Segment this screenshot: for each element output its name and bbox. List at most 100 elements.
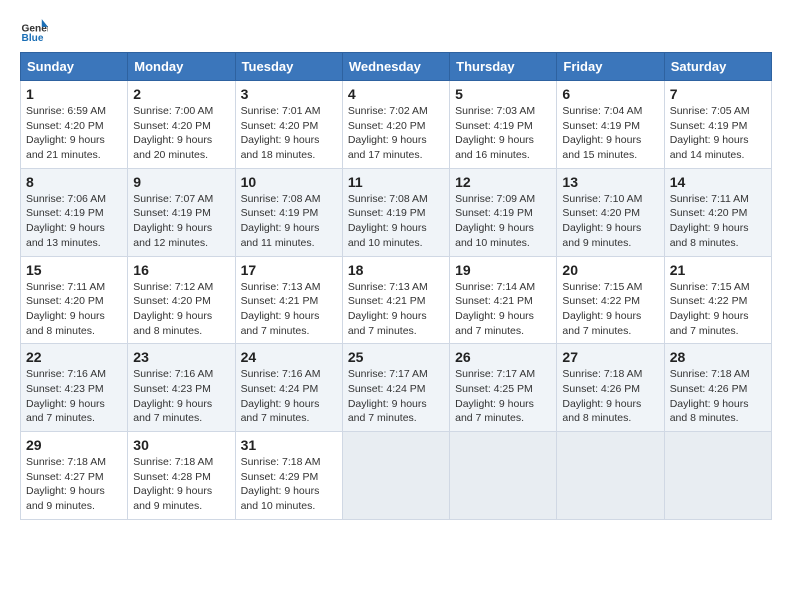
day-number: 23 (133, 349, 229, 365)
col-header-friday: Friday (557, 53, 664, 81)
calendar-cell: 5 Sunrise: 7:03 AM Sunset: 4:19 PM Dayli… (450, 81, 557, 169)
calendar-cell: 27 Sunrise: 7:18 AM Sunset: 4:26 PM Dayl… (557, 344, 664, 432)
day-info: Sunrise: 7:17 AM Sunset: 4:24 PM Dayligh… (348, 367, 444, 426)
day-info: Sunrise: 7:18 AM Sunset: 4:26 PM Dayligh… (562, 367, 658, 426)
day-number: 9 (133, 174, 229, 190)
logo-icon: General Blue (20, 16, 48, 44)
day-number: 17 (241, 262, 337, 278)
calendar-cell: 3 Sunrise: 7:01 AM Sunset: 4:20 PM Dayli… (235, 81, 342, 169)
calendar-cell: 28 Sunrise: 7:18 AM Sunset: 4:26 PM Dayl… (664, 344, 771, 432)
day-number: 12 (455, 174, 551, 190)
day-info: Sunrise: 7:18 AM Sunset: 4:28 PM Dayligh… (133, 455, 229, 514)
day-number: 29 (26, 437, 122, 453)
day-info: Sunrise: 7:04 AM Sunset: 4:19 PM Dayligh… (562, 104, 658, 163)
day-number: 26 (455, 349, 551, 365)
day-number: 15 (26, 262, 122, 278)
calendar-cell: 20 Sunrise: 7:15 AM Sunset: 4:22 PM Dayl… (557, 256, 664, 344)
calendar-cell: 11 Sunrise: 7:08 AM Sunset: 4:19 PM Dayl… (342, 168, 449, 256)
day-number: 5 (455, 86, 551, 102)
day-info: Sunrise: 7:16 AM Sunset: 4:23 PM Dayligh… (26, 367, 122, 426)
day-info: Sunrise: 7:17 AM Sunset: 4:25 PM Dayligh… (455, 367, 551, 426)
calendar-cell: 16 Sunrise: 7:12 AM Sunset: 4:20 PM Dayl… (128, 256, 235, 344)
day-info: Sunrise: 7:13 AM Sunset: 4:21 PM Dayligh… (348, 280, 444, 339)
day-info: Sunrise: 7:14 AM Sunset: 4:21 PM Dayligh… (455, 280, 551, 339)
day-info: Sunrise: 7:08 AM Sunset: 4:19 PM Dayligh… (241, 192, 337, 251)
day-number: 27 (562, 349, 658, 365)
day-number: 28 (670, 349, 766, 365)
day-info: Sunrise: 7:12 AM Sunset: 4:20 PM Dayligh… (133, 280, 229, 339)
calendar-week-3: 15 Sunrise: 7:11 AM Sunset: 4:20 PM Dayl… (21, 256, 772, 344)
day-info: Sunrise: 7:15 AM Sunset: 4:22 PM Dayligh… (670, 280, 766, 339)
day-number: 16 (133, 262, 229, 278)
day-info: Sunrise: 7:08 AM Sunset: 4:19 PM Dayligh… (348, 192, 444, 251)
day-number: 24 (241, 349, 337, 365)
col-header-sunday: Sunday (21, 53, 128, 81)
calendar-cell (664, 432, 771, 520)
day-number: 10 (241, 174, 337, 190)
day-info: Sunrise: 7:02 AM Sunset: 4:20 PM Dayligh… (348, 104, 444, 163)
calendar-week-2: 8 Sunrise: 7:06 AM Sunset: 4:19 PM Dayli… (21, 168, 772, 256)
calendar-cell: 15 Sunrise: 7:11 AM Sunset: 4:20 PM Dayl… (21, 256, 128, 344)
col-header-saturday: Saturday (664, 53, 771, 81)
calendar-cell (557, 432, 664, 520)
calendar-cell: 10 Sunrise: 7:08 AM Sunset: 4:19 PM Dayl… (235, 168, 342, 256)
calendar-cell: 12 Sunrise: 7:09 AM Sunset: 4:19 PM Dayl… (450, 168, 557, 256)
calendar-cell: 19 Sunrise: 7:14 AM Sunset: 4:21 PM Dayl… (450, 256, 557, 344)
day-info: Sunrise: 7:00 AM Sunset: 4:20 PM Dayligh… (133, 104, 229, 163)
calendar-table: SundayMondayTuesdayWednesdayThursdayFrid… (20, 52, 772, 520)
day-number: 25 (348, 349, 444, 365)
calendar-cell (450, 432, 557, 520)
calendar-week-5: 29 Sunrise: 7:18 AM Sunset: 4:27 PM Dayl… (21, 432, 772, 520)
day-number: 13 (562, 174, 658, 190)
col-header-wednesday: Wednesday (342, 53, 449, 81)
day-info: Sunrise: 7:01 AM Sunset: 4:20 PM Dayligh… (241, 104, 337, 163)
calendar-cell: 31 Sunrise: 7:18 AM Sunset: 4:29 PM Dayl… (235, 432, 342, 520)
day-number: 7 (670, 86, 766, 102)
day-info: Sunrise: 7:09 AM Sunset: 4:19 PM Dayligh… (455, 192, 551, 251)
col-header-tuesday: Tuesday (235, 53, 342, 81)
calendar-cell: 8 Sunrise: 7:06 AM Sunset: 4:19 PM Dayli… (21, 168, 128, 256)
calendar-cell: 26 Sunrise: 7:17 AM Sunset: 4:25 PM Dayl… (450, 344, 557, 432)
day-number: 18 (348, 262, 444, 278)
calendar-cell: 29 Sunrise: 7:18 AM Sunset: 4:27 PM Dayl… (21, 432, 128, 520)
day-number: 1 (26, 86, 122, 102)
day-info: Sunrise: 6:59 AM Sunset: 4:20 PM Dayligh… (26, 104, 122, 163)
calendar-cell: 23 Sunrise: 7:16 AM Sunset: 4:23 PM Dayl… (128, 344, 235, 432)
calendar-cell: 17 Sunrise: 7:13 AM Sunset: 4:21 PM Dayl… (235, 256, 342, 344)
day-number: 2 (133, 86, 229, 102)
calendar-cell: 14 Sunrise: 7:11 AM Sunset: 4:20 PM Dayl… (664, 168, 771, 256)
svg-text:Blue: Blue (22, 33, 44, 44)
page-header: General Blue (20, 16, 772, 44)
calendar-cell: 18 Sunrise: 7:13 AM Sunset: 4:21 PM Dayl… (342, 256, 449, 344)
calendar-cell: 2 Sunrise: 7:00 AM Sunset: 4:20 PM Dayli… (128, 81, 235, 169)
calendar-header: SundayMondayTuesdayWednesdayThursdayFrid… (21, 53, 772, 81)
day-number: 6 (562, 86, 658, 102)
day-number: 19 (455, 262, 551, 278)
day-info: Sunrise: 7:06 AM Sunset: 4:19 PM Dayligh… (26, 192, 122, 251)
calendar-cell (342, 432, 449, 520)
day-number: 8 (26, 174, 122, 190)
day-number: 31 (241, 437, 337, 453)
day-number: 30 (133, 437, 229, 453)
day-info: Sunrise: 7:18 AM Sunset: 4:29 PM Dayligh… (241, 455, 337, 514)
calendar-cell: 7 Sunrise: 7:05 AM Sunset: 4:19 PM Dayli… (664, 81, 771, 169)
day-info: Sunrise: 7:11 AM Sunset: 4:20 PM Dayligh… (26, 280, 122, 339)
calendar-cell: 1 Sunrise: 6:59 AM Sunset: 4:20 PM Dayli… (21, 81, 128, 169)
day-info: Sunrise: 7:07 AM Sunset: 4:19 PM Dayligh… (133, 192, 229, 251)
col-header-monday: Monday (128, 53, 235, 81)
calendar-cell: 21 Sunrise: 7:15 AM Sunset: 4:22 PM Dayl… (664, 256, 771, 344)
calendar-cell: 22 Sunrise: 7:16 AM Sunset: 4:23 PM Dayl… (21, 344, 128, 432)
calendar-week-4: 22 Sunrise: 7:16 AM Sunset: 4:23 PM Dayl… (21, 344, 772, 432)
calendar-cell: 25 Sunrise: 7:17 AM Sunset: 4:24 PM Dayl… (342, 344, 449, 432)
day-number: 3 (241, 86, 337, 102)
day-info: Sunrise: 7:10 AM Sunset: 4:20 PM Dayligh… (562, 192, 658, 251)
calendar-cell: 24 Sunrise: 7:16 AM Sunset: 4:24 PM Dayl… (235, 344, 342, 432)
day-number: 21 (670, 262, 766, 278)
day-info: Sunrise: 7:13 AM Sunset: 4:21 PM Dayligh… (241, 280, 337, 339)
day-info: Sunrise: 7:15 AM Sunset: 4:22 PM Dayligh… (562, 280, 658, 339)
col-header-thursday: Thursday (450, 53, 557, 81)
day-number: 20 (562, 262, 658, 278)
logo: General Blue (20, 16, 48, 44)
day-number: 11 (348, 174, 444, 190)
calendar-cell: 4 Sunrise: 7:02 AM Sunset: 4:20 PM Dayli… (342, 81, 449, 169)
